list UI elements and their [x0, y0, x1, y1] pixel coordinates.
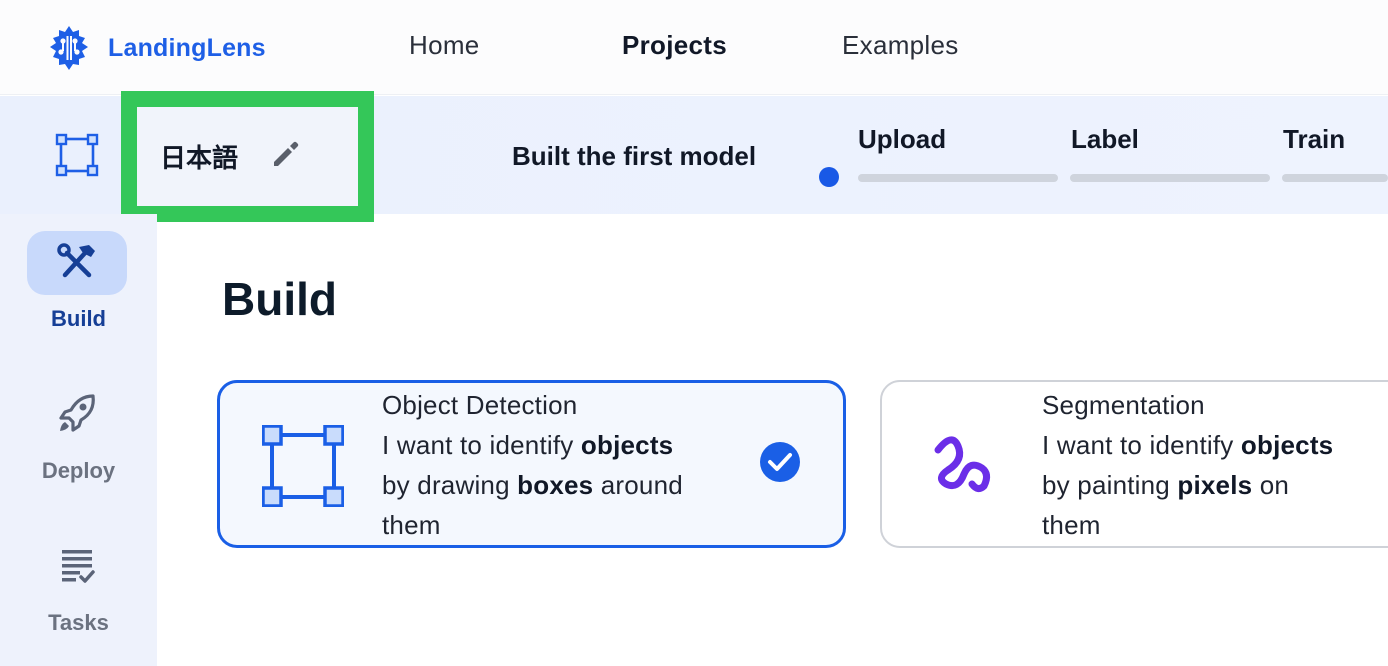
card-line1-text: I want to identify	[1042, 430, 1241, 460]
sidebar-item-tasks[interactable]: Tasks	[0, 526, 157, 656]
top-nav-bar: LandingLens Home Projects Examples	[0, 0, 1388, 95]
task-list-icon	[62, 550, 95, 583]
card-line2-text: by drawing	[382, 470, 518, 500]
sidebar-item-build[interactable]: Build	[0, 214, 157, 354]
card-line3: them	[1042, 510, 1101, 540]
sidebar-item-label: Build	[51, 306, 106, 331]
card-line1-bold: objects	[580, 430, 674, 460]
card-line1: I want to identify objects	[1042, 430, 1333, 460]
landinglens-logo-icon	[50, 26, 88, 70]
card-line2-tail: around	[593, 470, 683, 500]
card-line3: them	[382, 510, 441, 540]
card-line2: by drawing boxes around	[382, 470, 683, 500]
step-train-label: Train	[1283, 124, 1346, 154]
brand-name: LandingLens	[108, 33, 266, 62]
card-description: Object Detection I want to identify obje…	[382, 385, 683, 545]
card-line1-text: I want to identify	[382, 430, 581, 460]
card-line2: by painting pixels on	[1042, 470, 1289, 500]
card-description: Segmentation I want to identify objects …	[1042, 385, 1333, 545]
card-line2-bold: pixels	[1177, 470, 1253, 500]
card-title: Object Detection	[382, 390, 578, 420]
step-upload-label: Upload	[858, 124, 947, 154]
sidebar-item-deploy[interactable]: Deploy	[0, 374, 157, 504]
left-sidebar: Build Deploy Tasks	[0, 214, 157, 666]
milestone-text: Built the first model	[512, 141, 757, 171]
squiggle-brush-icon	[934, 436, 991, 493]
card-line2-text: by painting	[1042, 470, 1178, 500]
project-name-highlight	[121, 91, 374, 222]
pencil-edit-icon[interactable]	[270, 138, 302, 170]
nav-projects-link[interactable]: Projects	[622, 30, 727, 61]
bounding-box-icon	[262, 425, 344, 507]
brand[interactable]: LandingLens	[44, 24, 266, 72]
tools-icon	[57, 243, 95, 278]
page-title: Build	[222, 273, 337, 325]
card-line2-tail: on	[1252, 470, 1290, 500]
project-name: 日本語	[160, 144, 239, 174]
step-train-bar	[1282, 174, 1388, 182]
nav-examples-link[interactable]: Examples	[842, 30, 959, 61]
progress-start-dot	[819, 167, 839, 187]
sidebar-item-label: Tasks	[48, 610, 109, 635]
step-label-bar	[1070, 174, 1270, 182]
nav-home-link[interactable]: Home	[409, 30, 480, 61]
card-title: Segmentation	[1042, 390, 1205, 420]
card-line1: I want to identify objects	[382, 430, 673, 460]
step-upload-bar	[858, 174, 1058, 182]
object-detection-card[interactable]: Object Detection I want to identify obje…	[217, 380, 846, 548]
segmentation-card[interactable]: Segmentation I want to identify objects …	[880, 380, 1388, 548]
card-line1-bold: objects	[1240, 430, 1334, 460]
rocket-icon	[59, 394, 95, 432]
project-type-icon	[55, 133, 99, 177]
card-line2-bold: boxes	[517, 470, 594, 500]
check-circle-icon	[760, 442, 800, 482]
sidebar-item-label: Deploy	[41, 458, 116, 483]
step-label-label: Label	[1071, 124, 1139, 154]
